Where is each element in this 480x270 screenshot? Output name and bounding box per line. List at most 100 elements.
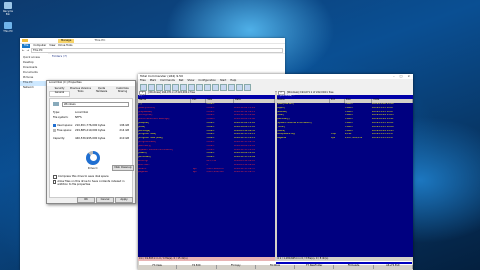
pack-icon[interactable] <box>196 83 203 91</box>
ok-button[interactable]: OK <box>77 197 95 203</box>
left-panel: c [Windows] 194,071 k of 222,004 k free … <box>138 90 275 261</box>
filesystem-value: NTFS <box>75 115 82 119</box>
capacity-bytes: 440,536,995,000 bytes <box>75 136 106 140</box>
compress-label: Compress this drive to save disk space <box>58 175 109 179</box>
filesystem-label: File system: <box>53 115 69 119</box>
notepad-icon[interactable] <box>244 83 251 91</box>
left-file-list[interactable]: [..] <DIR> [$Recycle.Bin] <DIR> 2019-11-02 1… <box>138 103 275 257</box>
f8-delete-button[interactable]: F8 Delete <box>334 264 374 269</box>
free-bytes: 229,885,219,000 bytes <box>75 128 106 132</box>
tc-title: Total Commander (x64) 9.50 <box>140 73 183 78</box>
ftp-icon[interactable] <box>212 83 219 91</box>
drive-icon <box>53 101 59 106</box>
tc-bottom-bar: F3 View F4 Edit F5 Copy F6 Move F7 NewFo… <box>138 261 413 270</box>
free-label: Free space: <box>57 128 72 132</box>
tab-general[interactable]: General <box>49 90 70 97</box>
type-label: Type: <box>53 110 60 114</box>
folder-icon <box>22 39 28 42</box>
cancel-button[interactable]: Cancel <box>96 197 114 203</box>
disk-usage-donut <box>86 150 100 165</box>
recycle-bin-desktop-icon[interactable]: Recycle Bin <box>1 2 15 16</box>
desktop-icon-label: Recycle Bin <box>3 10 13 17</box>
menu-configuration[interactable]: Configuration <box>198 79 216 83</box>
menu-show[interactable]: Show <box>187 79 194 83</box>
sort-icon[interactable] <box>172 83 179 91</box>
minimize-icon[interactable]: – <box>393 74 395 79</box>
used-label: Used space: <box>57 123 73 127</box>
menu-files[interactable]: Files <box>140 79 146 83</box>
file-date: 2019-11-13 09:57 <box>372 137 394 140</box>
right-file-list[interactable]: [$Recycle.Bin] <DIR> 2019-11-02 15:24 [AppX… <box>277 103 414 257</box>
this-pc-desktop-icon[interactable]: This PC <box>1 22 15 33</box>
close-icon[interactable]: × <box>407 74 410 79</box>
computer-icon <box>4 22 12 29</box>
capacity-gb: 410 GB <box>119 136 129 140</box>
compress-checkbox[interactable] <box>53 174 57 179</box>
f4-edit-button[interactable]: F4 Edit <box>177 264 217 269</box>
file-ext: sys <box>192 171 197 174</box>
file-size: 1,207,959,552 <box>206 171 224 174</box>
function-key-bar: F3 View F4 Edit F5 Copy F6 Move F7 NewFo… <box>138 264 413 269</box>
recycle-bin-icon <box>4 2 12 9</box>
file-name: pagefile <box>276 137 287 140</box>
manage-tab[interactable]: Manage <box>58 38 75 43</box>
unpack-icon[interactable] <box>204 83 211 91</box>
f5-copy-button[interactable]: F5 Copy <box>217 264 256 269</box>
window-title: This PC <box>94 37 106 42</box>
used-color-swatch <box>53 123 56 127</box>
file-ext: sys <box>331 137 335 140</box>
desktop-icon-label: This PC <box>3 30 13 33</box>
forward-arrow-icon[interactable]: → <box>27 48 30 53</box>
free-gb: 214 GB <box>119 128 129 132</box>
menu-commands[interactable]: Commands <box>160 79 175 83</box>
f7-newfolder-button[interactable]: F7 NewFolder <box>295 264 335 269</box>
drive-name-input[interactable]: Windows <box>62 101 129 107</box>
disk-cleanup-button[interactable]: Disk Cleanup <box>112 164 134 171</box>
tree-icon[interactable] <box>164 83 171 91</box>
general-tab-panel: Windows Type: Local Disk File system: NTFS… <box>49 97 134 198</box>
tab-hardware[interactable]: Hardware <box>91 90 112 97</box>
file-size: 1,207,959,552 <box>344 137 363 140</box>
tab-sharing[interactable]: Sharing <box>112 90 133 97</box>
brief-view-icon[interactable] <box>148 83 155 91</box>
apply-button[interactable]: Apply <box>115 197 133 203</box>
right-panel: c [Windows] 194,071 k of 222,004 k free … <box>276 90 414 261</box>
file-row[interactable]: pagefile sys 1,207,959,552 2019-11-13 09:57 <box>277 137 414 141</box>
refresh-icon[interactable] <box>140 83 147 91</box>
folders-group-header[interactable]: Folders (7) <box>50 53 285 58</box>
left-path-info: [Windows] 194,071 k of 222,004 k free <box>148 90 195 94</box>
maximize-icon[interactable]: □ <box>400 74 403 79</box>
drive-properties-dialog: Local Disk (C:) Properties Security Prev… <box>46 80 136 204</box>
nav-item-network[interactable]: Network <box>20 86 48 91</box>
f6-move-button[interactable]: F6 Move <box>256 264 296 269</box>
tc-panels: c [Windows] 194,071 k of 222,004 k free … <box>138 90 414 261</box>
sync-icon[interactable] <box>236 83 243 91</box>
search-icon[interactable] <box>220 83 227 91</box>
menu-help[interactable]: Help <box>230 79 236 83</box>
menu-start[interactable]: Start <box>220 79 226 83</box>
exit-button[interactable]: Alt+F4 Exit <box>374 264 413 269</box>
navigation-pane: Quick access Desktop Downloads Documents… <box>20 53 48 270</box>
dialog-tabs: Security Previous Versions Quota Customi… <box>47 86 135 98</box>
menu-net[interactable]: Net <box>179 79 184 83</box>
file-name: pagefile <box>138 171 148 174</box>
full-view-icon[interactable] <box>156 83 163 91</box>
rename-icon[interactable] <box>228 83 235 91</box>
back-icon[interactable] <box>180 83 187 91</box>
capacity-label: Capacity: <box>53 136 66 140</box>
used-gb: 196 GB <box>119 123 129 127</box>
index-label: Allow files on this drive to have conten… <box>57 179 125 186</box>
file-row[interactable]: pagefile sys 1,207,959,552 2019-11-13 09:57 <box>138 171 275 175</box>
f3-view-button[interactable]: F3 View <box>138 264 178 269</box>
forward-icon[interactable] <box>188 83 195 91</box>
file-date: 2019-11-13 09:57 <box>233 171 256 174</box>
type-value: Local Disk <box>75 110 89 114</box>
free-color-swatch <box>53 128 56 132</box>
used-bytes: 210,651,776,000 bytes <box>75 123 106 127</box>
total-commander-window: Total Commander (x64) 9.50 – □ × Files M… <box>138 74 413 270</box>
tab-tools[interactable]: Tools <box>70 90 91 97</box>
back-arrow-icon[interactable]: ← <box>22 48 25 53</box>
drive-label: Drive C: <box>87 166 99 170</box>
menu-mark[interactable]: Mark <box>150 79 156 83</box>
index-checkbox[interactable] <box>53 179 57 184</box>
